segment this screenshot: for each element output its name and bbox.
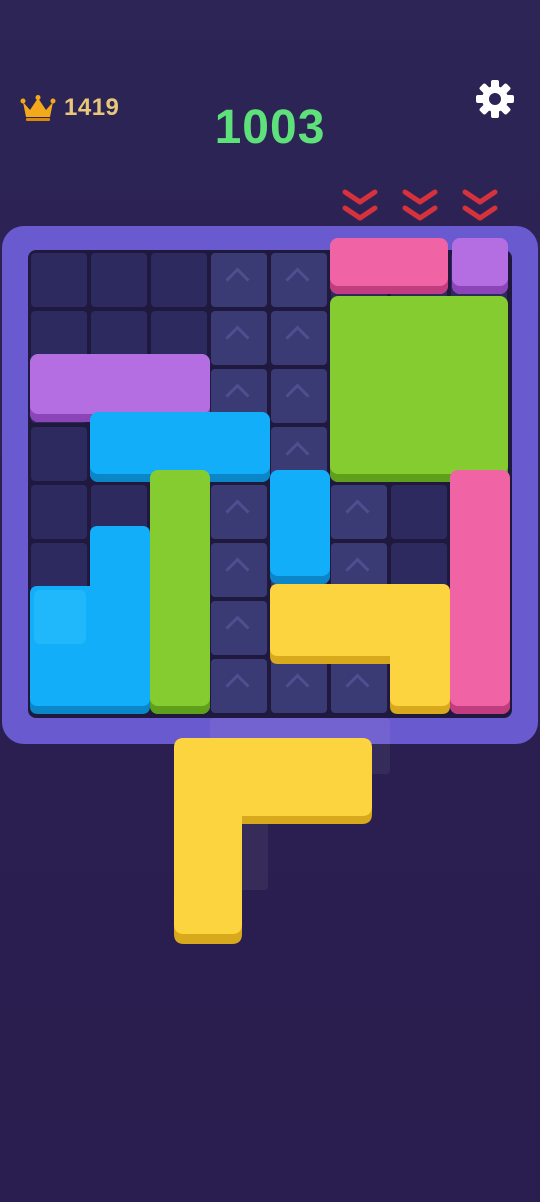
- chevron-double-down-icon: [342, 189, 378, 221]
- chevron-double-down-icon: [462, 189, 498, 221]
- purple-square-top-right[interactable]: [452, 238, 508, 294]
- pink-bar-top[interactable]: [330, 238, 448, 294]
- gear-icon[interactable]: [474, 78, 516, 120]
- board-cell: [211, 253, 267, 307]
- pink-vertical-right[interactable]: [450, 470, 510, 714]
- board-cell: [331, 485, 387, 539]
- green-big-square[interactable]: [330, 296, 508, 482]
- yellow-l-piece-board[interactable]: [270, 584, 452, 716]
- chevron-double-down-icon: [402, 189, 438, 221]
- board-cell: [211, 601, 267, 655]
- board-cell: [91, 253, 147, 307]
- board-cell: [271, 253, 327, 307]
- board-cell: [151, 253, 207, 307]
- board-cell: [31, 253, 87, 307]
- board-cell: [211, 543, 267, 597]
- board-cell: [211, 311, 267, 365]
- blue-vertical-short[interactable]: [270, 470, 330, 584]
- board-cell: [211, 485, 267, 539]
- board-cell: [391, 485, 447, 539]
- board-cell: [271, 311, 327, 365]
- green-vertical-bar[interactable]: [150, 470, 210, 714]
- board-cell: [211, 659, 267, 713]
- yellow-l-piece-dragging[interactable]: [174, 738, 374, 946]
- board-cell: [31, 427, 87, 481]
- board-cell: [271, 369, 327, 423]
- blue-l-piece[interactable]: [30, 526, 150, 716]
- current-score: 1003: [214, 101, 326, 154]
